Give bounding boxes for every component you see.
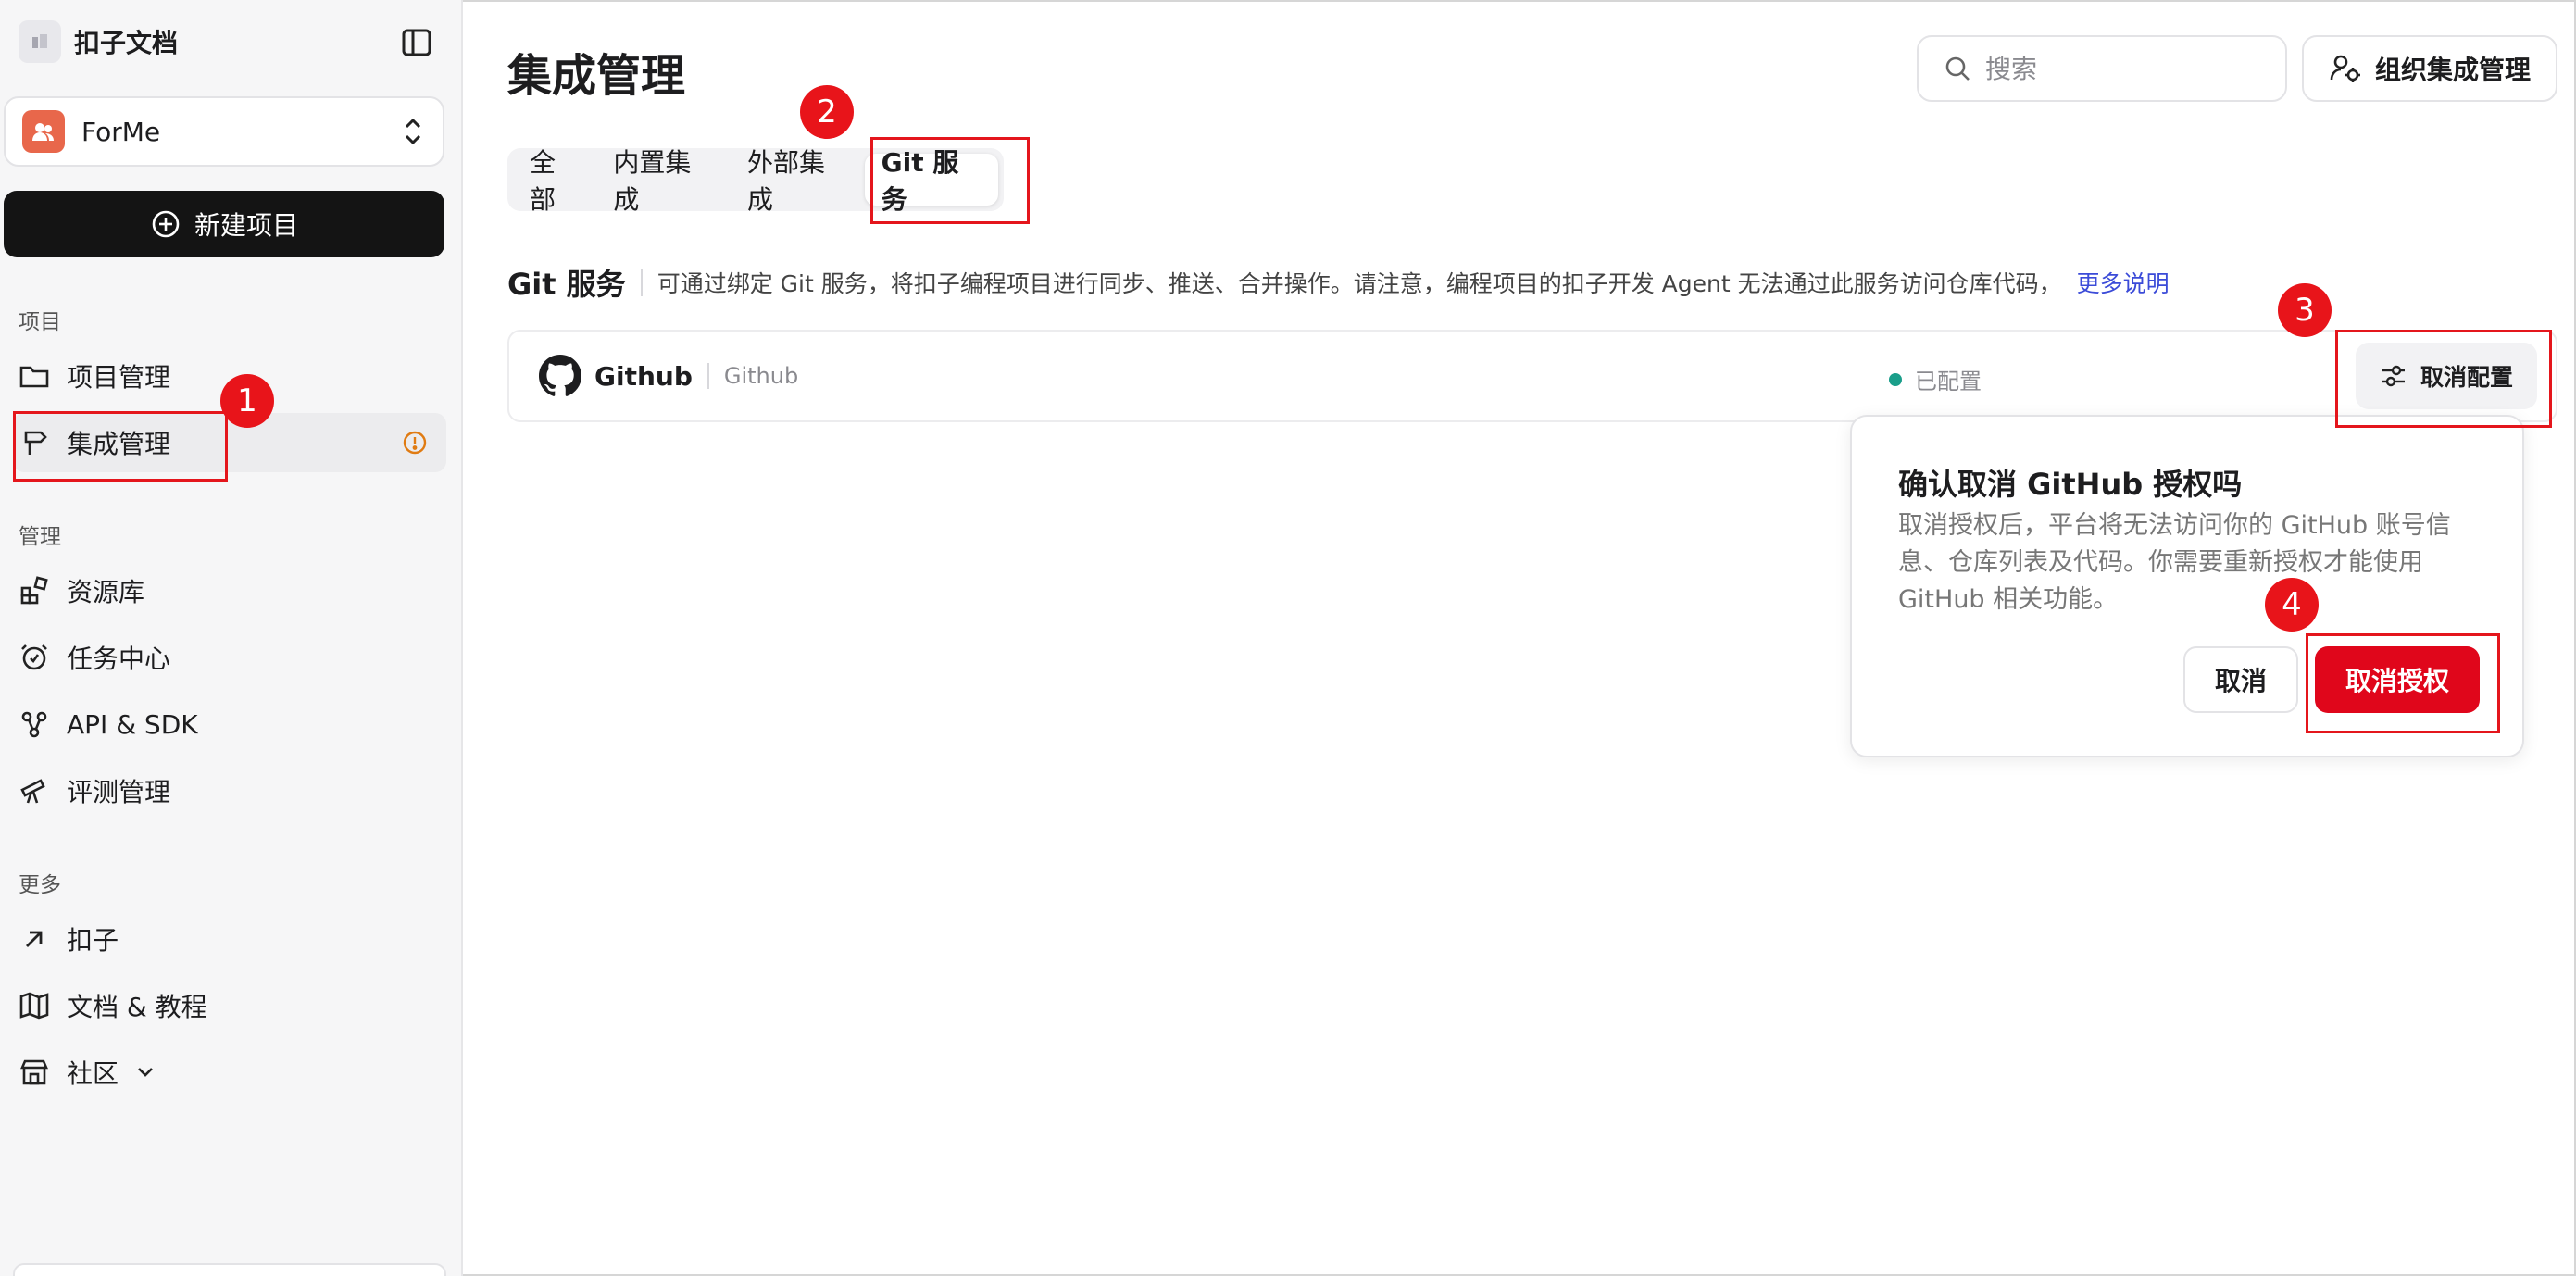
blocks-icon	[20, 576, 48, 605]
chevron-updown-icon	[400, 113, 426, 150]
sidebar-item-label: 项目管理	[67, 362, 171, 393]
search-icon	[1945, 56, 1970, 81]
sidebar-item-evaluation[interactable]: 评测管理	[13, 761, 446, 820]
sidebar-item-label: 文档 & 教程	[67, 992, 207, 1022]
sidebar-item-label: 社区	[67, 1058, 119, 1089]
annotation-highlight-3	[2335, 330, 2552, 428]
tab-all[interactable]: 全部	[513, 147, 596, 215]
org-integration-button[interactable]: 组织集成管理	[2302, 35, 2557, 102]
github-integration-card: Github Github 已配置 取消配置	[507, 330, 2557, 422]
new-project-button[interactable]: 新建项目	[4, 191, 444, 257]
popover-title: 确认取消 GitHub 授权吗	[1898, 467, 2243, 502]
annotation-highlight-2	[870, 137, 1030, 224]
page-title: 集成管理	[507, 50, 686, 102]
annotation-badge-1: 1	[220, 374, 274, 428]
separator	[707, 363, 709, 389]
annotation-badge-4: 4	[2265, 578, 2319, 632]
github-icon	[539, 355, 581, 396]
plus-circle-icon	[152, 210, 180, 238]
arrow-up-right-icon	[26, 931, 43, 947]
warning-icon	[403, 431, 427, 455]
tab-builtin[interactable]: 内置集成	[596, 147, 731, 215]
workspace-switcher[interactable]: ForMe	[4, 96, 444, 167]
chevron-down-icon	[138, 1068, 153, 1077]
org-integration-label: 组织集成管理	[2374, 55, 2531, 85]
sidebar-item-label: 任务中心	[67, 644, 171, 674]
sidebar-item-label: 资源库	[67, 577, 145, 607]
brand-name: 扣子文档	[74, 28, 179, 58]
telescope-icon	[20, 779, 45, 804]
status-badge: 已配置	[1889, 363, 1982, 395]
sidebar-toggle-icon[interactable]	[400, 26, 433, 59]
section-label-more: 更多	[19, 873, 61, 897]
brand[interactable]: 扣子文档	[19, 20, 178, 63]
section-divider	[640, 269, 643, 296]
annotation-highlight-1	[13, 411, 228, 482]
annotation-badge-3: 3	[2278, 283, 2332, 337]
brand-logo-icon	[19, 20, 61, 63]
webhook-icon	[21, 711, 47, 738]
sidebar-item-label: API & SDK	[67, 708, 198, 740]
sidebar-item-community[interactable]: 社区	[13, 1043, 446, 1102]
sidebar-item-kouzi[interactable]: 扣子	[13, 909, 446, 969]
sidebar-item-api-sdk[interactable]: API & SDK	[13, 694, 446, 754]
search-input[interactable]	[1985, 53, 2263, 84]
search-box[interactable]	[1917, 35, 2287, 102]
sidebar-bottom-card	[13, 1263, 446, 1276]
alarm-clock-icon	[21, 644, 47, 670]
annotation-badge-2: 2	[800, 85, 854, 139]
sidebar-item-label: 评测管理	[67, 777, 171, 807]
map-icon	[19, 992, 49, 1020]
folder-icon	[19, 366, 49, 388]
git-section-header: Git 服务 可通过绑定 Git 服务，将扣子编程项目进行同步、推送、合并操作。…	[507, 261, 2170, 304]
workspace-avatar-icon	[22, 110, 65, 153]
workspace-name: ForMe	[81, 116, 161, 147]
status-dot-icon	[1889, 372, 1902, 386]
popover-body: 取消授权后，平台将无法访问你的 GitHub 账号信息、仓库列表及代码。你需要重…	[1898, 511, 2451, 614]
new-project-label: 新建项目	[194, 210, 298, 241]
annotation-highlight-4	[2306, 633, 2500, 733]
sidebar-item-tasks[interactable]: 任务中心	[13, 628, 446, 687]
tab-external[interactable]: 外部集成	[731, 147, 865, 215]
sidebar: 扣子文档 ForMe 新建项目 项目 项目管理 集成管理 管理 资源库 任务中心…	[0, 0, 463, 1276]
section-label-project: 项目	[19, 310, 61, 334]
section-label-manage: 管理	[19, 525, 61, 549]
sidebar-item-resources[interactable]: 资源库	[13, 561, 446, 620]
status-text: 已配置	[1915, 369, 1982, 394]
sidebar-item-label: 扣子	[67, 925, 119, 956]
git-section-title: Git 服务	[507, 267, 626, 302]
user-gear-icon	[2330, 55, 2360, 82]
github-name: Github	[594, 360, 693, 392]
sidebar-item-docs[interactable]: 文档 & 教程	[13, 976, 446, 1035]
popover-cancel-button[interactable]: 取消	[2183, 646, 2298, 713]
github-subtitle: Github	[723, 363, 799, 389]
git-section-description: 可通过绑定 Git 服务，将扣子编程项目进行同步、推送、合并操作。请注意，编程项…	[657, 270, 2062, 297]
store-icon	[20, 1059, 48, 1085]
more-info-link[interactable]: 更多说明	[2077, 266, 2170, 299]
